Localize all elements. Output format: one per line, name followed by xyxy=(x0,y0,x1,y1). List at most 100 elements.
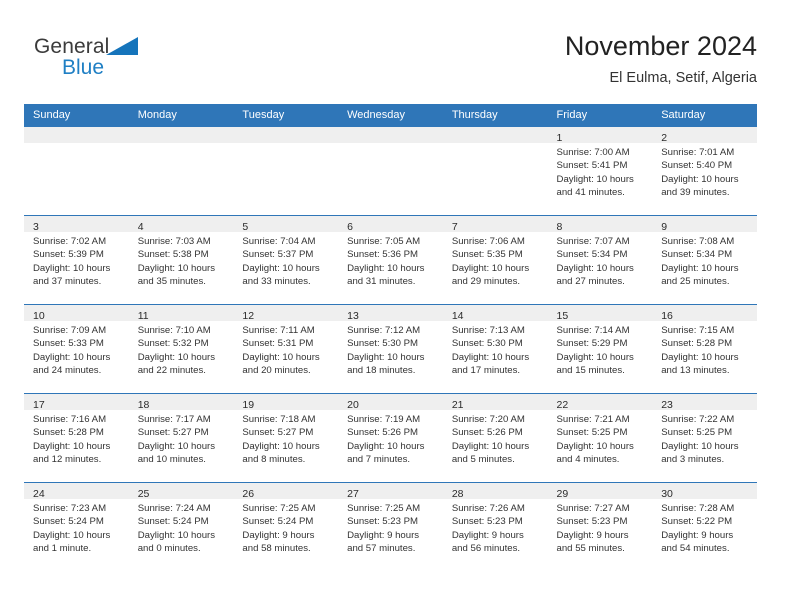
calendar-cell-day-13[interactable]: 13 Sunrise: 7:12 AM Sunset: 5:30 PM Dayligh… xyxy=(338,304,443,394)
date-band: 12 xyxy=(233,305,339,322)
calendar-cell-inner: 7 Sunrise: 7:06 AM Sunset: 5:35 PM Daylight… xyxy=(442,216,548,304)
daylight-text: Daylight: 10 hours xyxy=(661,173,739,185)
daylight-text: Daylight: 10 hours xyxy=(137,529,216,541)
date-band: 1 xyxy=(547,127,653,144)
daylight-text-cont: and 15 minutes. xyxy=(556,365,625,377)
calendar-cell-inner: 1 Sunrise: 7:00 AM Sunset: 5:41 PM Daylight… xyxy=(547,127,653,215)
calendar-cell-day-6[interactable]: 6 Sunrise: 7:05 AM Sunset: 5:36 PM Daylight… xyxy=(338,215,443,305)
calendar-cell-inner xyxy=(233,127,339,215)
logo-text-blue: Blue xyxy=(62,56,105,79)
daylight-text-cont: and 10 minutes. xyxy=(137,454,206,466)
calendar-cell-day-4[interactable]: 4 Sunrise: 7:03 AM Sunset: 5:38 PM Daylight… xyxy=(128,215,234,305)
calendar-cell-day-22[interactable]: 22 Sunrise: 7:21 AM Sunset: 5:25 PM Dayligh… xyxy=(547,393,653,483)
cell-details: Sunrise: 7:04 AM Sunset: 5:37 PM Daylight:… xyxy=(233,232,338,289)
sunset-text: Sunset: 5:30 PM xyxy=(347,338,419,350)
calendar-cell-day-23[interactable]: 23 Sunrise: 7:22 AM Sunset: 5:25 PM Dayligh… xyxy=(652,393,757,483)
calendar-cell-day-20[interactable]: 20 Sunrise: 7:19 AM Sunset: 5:26 PM Dayligh… xyxy=(338,393,443,483)
date-number: 26 xyxy=(242,488,255,500)
cell-details xyxy=(129,143,234,146)
sunset-text: Sunset: 5:30 PM xyxy=(451,338,523,350)
date-band: 13 xyxy=(338,305,443,322)
sunrise-text: Sunrise: 7:14 AM xyxy=(556,325,630,336)
weekday-header-saturday: Saturday xyxy=(652,104,757,127)
date-band: 9 xyxy=(652,216,757,233)
sunset-text: Sunset: 5:35 PM xyxy=(451,249,523,261)
calendar-cell-day-8[interactable]: 8 Sunrise: 7:07 AM Sunset: 5:34 PM Daylight… xyxy=(547,215,653,305)
date-band: 25 xyxy=(128,483,234,500)
calendar-cell-day-29[interactable]: 29 Sunrise: 7:27 AM Sunset: 5:23 PM Dayligh… xyxy=(547,482,653,571)
date-band: 28 xyxy=(442,483,548,500)
calendar-cell-day-10[interactable]: 10 Sunrise: 7:09 AM Sunset: 5:33 PM Dayligh… xyxy=(24,304,129,394)
calendar-cell-day-11[interactable]: 11 Sunrise: 7:10 AM Sunset: 5:32 PM Dayligh… xyxy=(128,304,234,394)
sunset-text: Sunset: 5:27 PM xyxy=(242,427,314,439)
date-number: 9 xyxy=(661,221,668,233)
calendar-cell-day-5[interactable]: 5 Sunrise: 7:04 AM Sunset: 5:37 PM Daylight… xyxy=(233,215,339,305)
calendar-cell-inner: 18 Sunrise: 7:17 AM Sunset: 5:27 PM Dayligh… xyxy=(128,394,234,482)
cell-details: Sunrise: 7:00 AM Sunset: 5:41 PM Daylight:… xyxy=(548,143,653,200)
cell-details: Sunrise: 7:20 AM Sunset: 5:26 PM Daylight:… xyxy=(443,410,548,467)
calendar-cell-inner: 16 Sunrise: 7:15 AM Sunset: 5:28 PM Dayligh… xyxy=(652,305,757,393)
calendar-cell-day-24[interactable]: 24 Sunrise: 7:23 AM Sunset: 5:24 PM Dayligh… xyxy=(24,482,129,571)
sunset-text: Sunset: 5:23 PM xyxy=(451,516,523,528)
calendar-cell-inner: 14 Sunrise: 7:13 AM Sunset: 5:30 PM Dayligh… xyxy=(442,305,548,393)
sunset-text: Sunset: 5:24 PM xyxy=(242,516,314,528)
date-number: 13 xyxy=(347,310,359,322)
sunrise-text: Sunrise: 7:27 AM xyxy=(556,503,630,514)
sunset-text: Sunset: 5:29 PM xyxy=(556,338,628,350)
cell-details: Sunrise: 7:28 AM Sunset: 5:22 PM Daylight:… xyxy=(652,499,757,556)
calendar-cell-day-9[interactable]: 9 Sunrise: 7:08 AM Sunset: 5:34 PM Daylight… xyxy=(652,215,757,305)
cell-details: Sunrise: 7:05 AM Sunset: 5:36 PM Daylight:… xyxy=(338,232,443,289)
calendar-cell-inner: 10 Sunrise: 7:09 AM Sunset: 5:33 PM Dayligh… xyxy=(24,305,129,393)
date-band xyxy=(24,127,129,143)
daylight-text-cont: and 0 minutes. xyxy=(137,543,201,555)
page-title: November 2024 xyxy=(564,31,757,61)
daylight-text-cont: and 22 minutes. xyxy=(137,365,206,377)
cell-details: Sunrise: 7:18 AM Sunset: 5:27 PM Daylight:… xyxy=(233,410,338,467)
calendar-cell-day-12[interactable]: 12 Sunrise: 7:11 AM Sunset: 5:31 PM Dayligh… xyxy=(233,304,339,394)
calendar-cell-day-27[interactable]: 27 Sunrise: 7:25 AM Sunset: 5:23 PM Dayligh… xyxy=(338,482,443,571)
calendar-cell-day-16[interactable]: 16 Sunrise: 7:15 AM Sunset: 5:28 PM Dayligh… xyxy=(652,304,757,394)
sunset-text: Sunset: 5:25 PM xyxy=(661,427,733,439)
calendar-cell-day-15[interactable]: 15 Sunrise: 7:14 AM Sunset: 5:29 PM Dayligh… xyxy=(547,304,653,394)
date-number: 5 xyxy=(242,221,249,233)
date-band: 11 xyxy=(128,305,234,322)
sunset-text: Sunset: 5:38 PM xyxy=(137,249,209,261)
cell-details: Sunrise: 7:17 AM Sunset: 5:27 PM Daylight:… xyxy=(129,410,234,467)
sunset-text: Sunset: 5:28 PM xyxy=(661,338,733,350)
calendar-cell-inner: 3 Sunrise: 7:02 AM Sunset: 5:39 PM Daylight… xyxy=(24,216,129,304)
calendar-cell-day-7[interactable]: 7 Sunrise: 7:06 AM Sunset: 5:35 PM Daylight… xyxy=(442,215,548,305)
calendar-cell-inner: 17 Sunrise: 7:16 AM Sunset: 5:28 PM Dayligh… xyxy=(24,394,129,482)
calendar-cell-day-17[interactable]: 17 Sunrise: 7:16 AM Sunset: 5:28 PM Dayligh… xyxy=(24,393,129,483)
sunrise-text: Sunrise: 7:13 AM xyxy=(451,325,525,336)
calendar-cell-day-30[interactable]: 30 Sunrise: 7:28 AM Sunset: 5:22 PM Dayligh… xyxy=(652,482,757,571)
calendar-cell-day-19[interactable]: 19 Sunrise: 7:18 AM Sunset: 5:27 PM Dayligh… xyxy=(233,393,339,483)
sunset-text: Sunset: 5:25 PM xyxy=(556,427,628,439)
date-number: 30 xyxy=(661,488,673,500)
cell-details: Sunrise: 7:08 AM Sunset: 5:34 PM Daylight:… xyxy=(652,232,757,289)
calendar-table: Sunday Monday Tuesday Wednesday Thursday Frid… xyxy=(24,104,757,571)
logo[interactable]: General Blue xyxy=(34,36,154,88)
daylight-text-cont: and 29 minutes. xyxy=(451,276,521,288)
calendar-cell-day-21[interactable]: 21 Sunrise: 7:20 AM Sunset: 5:26 PM Dayligh… xyxy=(442,393,548,483)
sunrise-text: Sunrise: 7:28 AM xyxy=(661,503,735,514)
date-number: 8 xyxy=(556,221,563,233)
calendar-cell-day-25[interactable]: 25 Sunrise: 7:24 AM Sunset: 5:24 PM Dayligh… xyxy=(128,482,234,571)
calendar-cell-day-28[interactable]: 28 Sunrise: 7:26 AM Sunset: 5:23 PM Dayligh… xyxy=(442,482,548,571)
calendar-cell-day-18[interactable]: 18 Sunrise: 7:17 AM Sunset: 5:27 PM Dayligh… xyxy=(128,393,234,483)
cell-details: Sunrise: 7:02 AM Sunset: 5:39 PM Daylight:… xyxy=(24,232,129,289)
calendar-cell-day-1[interactable]: 1 Sunrise: 7:00 AM Sunset: 5:41 PM Daylight… xyxy=(547,127,653,216)
daylight-text: Daylight: 10 hours xyxy=(33,440,111,452)
daylight-text-cont: and 8 minutes. xyxy=(242,454,306,466)
cell-details: Sunrise: 7:24 AM Sunset: 5:24 PM Daylight:… xyxy=(129,499,234,556)
sunset-text: Sunset: 5:34 PM xyxy=(661,249,733,261)
date-number: 16 xyxy=(661,310,673,322)
cell-details: Sunrise: 7:27 AM Sunset: 5:23 PM Daylight:… xyxy=(548,499,653,556)
calendar-cell-day-2[interactable]: 2 Sunrise: 7:01 AM Sunset: 5:40 PM Daylight… xyxy=(652,127,757,216)
calendar-cell-day-26[interactable]: 26 Sunrise: 7:25 AM Sunset: 5:24 PM Dayligh… xyxy=(233,482,339,571)
cell-details: Sunrise: 7:15 AM Sunset: 5:28 PM Daylight:… xyxy=(652,321,757,378)
calendar-page: General Blue November 2024 El Eulma, Set… xyxy=(0,0,792,612)
calendar-cell-day-14[interactable]: 14 Sunrise: 7:13 AM Sunset: 5:30 PM Dayligh… xyxy=(442,304,548,394)
calendar-cell-day-3[interactable]: 3 Sunrise: 7:02 AM Sunset: 5:39 PM Daylight… xyxy=(24,215,129,305)
cell-details: Sunrise: 7:09 AM Sunset: 5:33 PM Daylight:… xyxy=(24,321,129,378)
calendar-cell-inner: 28 Sunrise: 7:26 AM Sunset: 5:23 PM Dayligh… xyxy=(442,483,548,571)
